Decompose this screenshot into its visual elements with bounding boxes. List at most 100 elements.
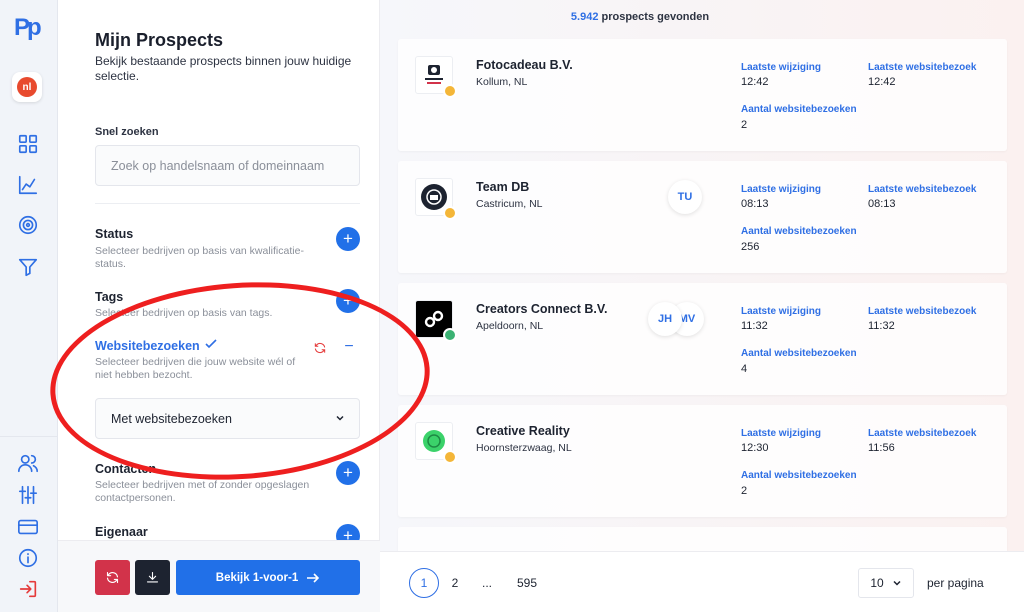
search-input[interactable]: [95, 145, 360, 186]
check-icon: [205, 337, 217, 349]
website-visits-select[interactable]: Met websitebezoeken: [95, 398, 360, 439]
owner-avatar[interactable]: JH: [648, 302, 682, 336]
arrow-right-icon: [307, 572, 320, 583]
page-title: Mijn Prospects: [95, 30, 224, 50]
status-dot: [443, 206, 457, 220]
per-page-label: per pagina: [927, 576, 984, 590]
logout-icon[interactable]: [17, 578, 39, 600]
filter-icon[interactable]: [17, 256, 39, 278]
page-2-button[interactable]: 2: [447, 568, 463, 598]
last-change-value: 12:30: [741, 442, 769, 454]
page-subtitle: Bekijk bestaande prospects binnen jouw h…: [95, 54, 352, 83]
last-change-label: Laatste wijziging: [741, 428, 822, 439]
visits-label: Aantal websitebezoeken: [741, 104, 857, 115]
last-change-value: 12:42: [741, 76, 769, 88]
last-visit-label: Laatste websitebezoek: [868, 428, 977, 439]
filter-contacts-desc: Selecteer bedrijven met of zonder opgesl…: [95, 479, 310, 504]
visits-value: 256: [741, 241, 760, 253]
download-button[interactable]: [135, 560, 170, 595]
chevron-down-icon: [893, 580, 901, 586]
status-dot: [443, 328, 457, 342]
last-visit-value: 12:42: [868, 76, 896, 88]
last-change-label: Laatste wijziging: [741, 62, 822, 73]
last-visit-value: 11:32: [868, 320, 895, 332]
filter-owner-title[interactable]: Eigenaar: [95, 525, 148, 539]
company-name[interactable]: Team DB: [476, 180, 529, 194]
company-name[interactable]: Fotocadeau B.V.: [476, 58, 573, 72]
reset-button[interactable]: [95, 560, 130, 595]
visits-value: 2: [741, 485, 748, 497]
result-count-number: 5.942: [570, 11, 599, 23]
last-visit-value: 08:13: [868, 198, 896, 210]
quick-search-label: Snel zoeken: [95, 126, 159, 138]
company-name[interactable]: Creators Connect B.V.: [476, 302, 608, 316]
company-location: Hoornsterzwaag, NL: [476, 442, 572, 454]
last-visit-label: Laatste websitebezoek: [868, 62, 977, 73]
page-ellipsis: ...: [481, 576, 492, 590]
filter-contacts-title[interactable]: Contacten: [95, 462, 156, 476]
app-logo[interactable]: Pp: [14, 14, 44, 44]
view-one-by-one-label: Bekijk 1-voor-1: [215, 571, 299, 584]
filter-tags-desc: Selecteer bedrijven op basis van tags.: [95, 307, 273, 319]
company-location: Castricum, NL: [476, 198, 543, 210]
pagination: 1 2 ... 595 10 per pagina: [380, 551, 1024, 612]
filter-website-visits-desc: Selecteer bedrijven die jouw website wél…: [95, 356, 296, 381]
company-chart-icon[interactable]: [17, 174, 39, 196]
visits-label: Aantal websitebezoeken: [741, 348, 857, 359]
prospect-card[interactable]: Fotocadeau B.V. Kollum, NL Laatste wijzi…: [398, 39, 1007, 151]
reset-filter-icon[interactable]: [313, 341, 329, 357]
info-icon[interactable]: [17, 547, 39, 569]
result-count-label: prospects gevonden: [601, 11, 710, 23]
view-one-by-one-button[interactable]: Bekijk 1-voor-1: [176, 560, 360, 595]
company-name[interactable]: Creative Reality: [476, 424, 570, 438]
prospect-card[interactable]: Creative Reality Hoornsterzwaag, NL Laat…: [398, 405, 1007, 517]
language-switch[interactable]: nl: [12, 72, 42, 102]
last-change-value: 11:32: [741, 320, 768, 332]
chevron-down-icon: [336, 415, 344, 421]
prospect-card[interactable]: Creators Connect B.V. Apeldoorn, NL MV J…: [398, 283, 1007, 395]
filter-tags-title[interactable]: Tags: [95, 290, 123, 304]
filter-website-visits-title[interactable]: Websitebezoeken: [95, 339, 200, 353]
last-change-label: Laatste wijziging: [741, 306, 822, 317]
refresh-icon: [106, 571, 119, 584]
visits-value: 4: [741, 363, 748, 375]
last-visit-label: Laatste websitebezoek: [868, 306, 977, 317]
last-change-value: 08:13: [741, 198, 769, 210]
result-count: 5.942 prospects gevonden: [380, 11, 900, 23]
prospect-card[interactable]: Team DB Castricum, NL TU Laatste wijzigi…: [398, 161, 1007, 273]
remove-filter-button[interactable]: −: [342, 339, 356, 355]
per-page-value: 10: [870, 576, 884, 590]
sliders-icon[interactable]: [17, 484, 39, 506]
visits-value: 2: [741, 119, 748, 131]
page-1-button[interactable]: 1: [409, 568, 439, 598]
add-contacts-filter-button[interactable]: +: [336, 461, 360, 485]
filter-panel: Mijn Prospects Bekijk bestaande prospect…: [58, 0, 380, 612]
divider: [95, 203, 360, 204]
visits-label: Aantal websitebezoeken: [741, 226, 857, 237]
language-code: nl: [17, 77, 37, 97]
company-location: Apeldoorn, NL: [476, 320, 544, 332]
last-visit-value: 11:56: [868, 442, 895, 454]
prospect-list: 5.942 prospects gevonden Fotocadeau B.V.…: [380, 0, 1024, 612]
visits-label: Aantal websitebezoeken: [741, 470, 857, 481]
target-icon[interactable]: [17, 214, 39, 236]
credit-card-icon[interactable]: [17, 516, 39, 538]
filter-status-title[interactable]: Status: [95, 227, 133, 241]
last-change-label: Laatste wijziging: [741, 184, 822, 195]
download-icon: [146, 571, 159, 583]
rail-bottom-group: [0, 436, 58, 612]
add-tags-filter-button[interactable]: +: [336, 289, 360, 313]
owner-avatar[interactable]: TU: [668, 180, 702, 214]
company-location: Kollum, NL: [476, 76, 528, 88]
page-last-button[interactable]: 595: [515, 568, 539, 598]
status-dot: [443, 450, 457, 464]
dashboard-icon[interactable]: [17, 133, 39, 155]
status-dot: [443, 84, 457, 98]
last-visit-label: Laatste websitebezoek: [868, 184, 977, 195]
icon-rail: Pp nl: [0, 0, 58, 612]
website-visits-value: Met websitebezoeken: [111, 412, 232, 426]
add-status-filter-button[interactable]: +: [336, 227, 360, 251]
filter-status-desc: Selecteer bedrijven op basis van kwalifi…: [95, 245, 304, 270]
per-page-select[interactable]: 10: [858, 568, 914, 598]
users-icon[interactable]: [17, 452, 39, 474]
